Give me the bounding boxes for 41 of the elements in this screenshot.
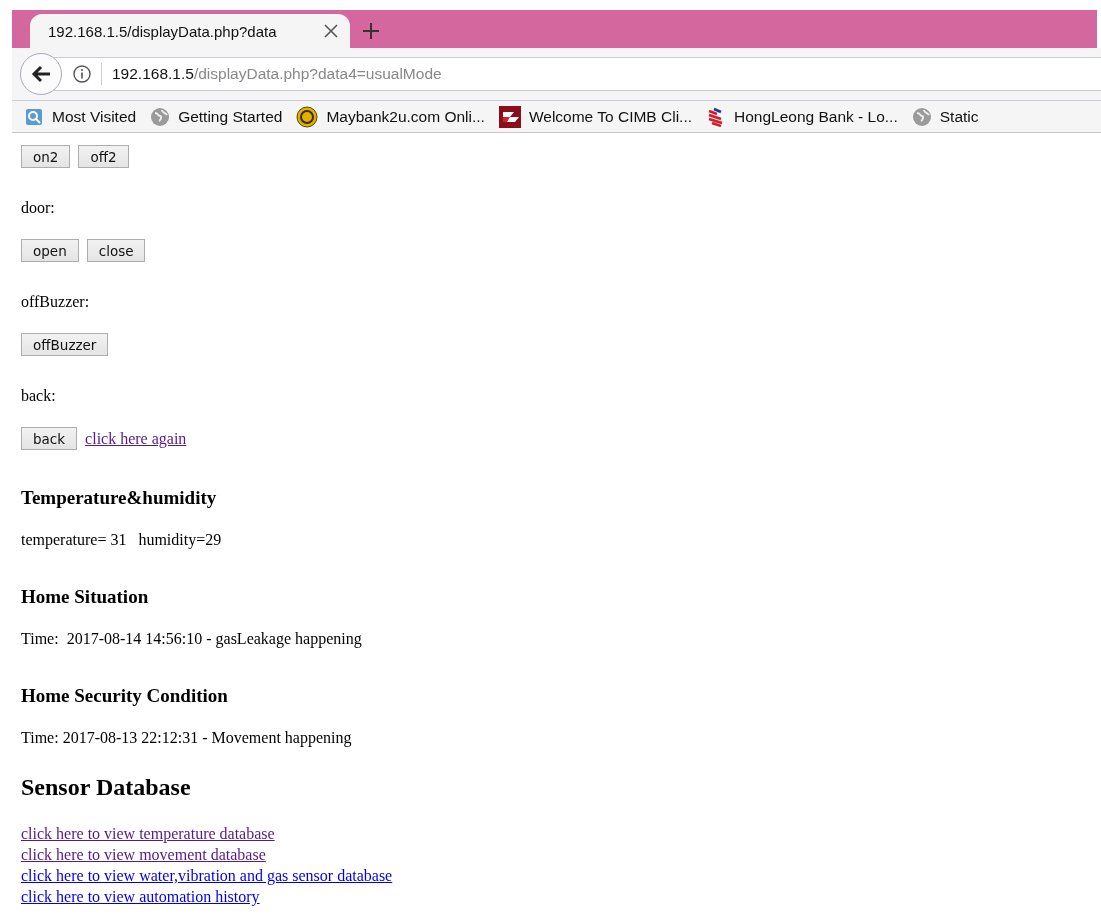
section-heading: Temperature&humidity	[21, 487, 218, 509]
field-label: offBuzzer:	[21, 293, 91, 311]
coin-icon	[296, 105, 319, 128]
back-button[interactable]	[20, 53, 62, 95]
tab-title: 192.168.1.5/displayData.php?data	[48, 22, 277, 40]
form-button[interactable]: on2	[21, 145, 71, 168]
bookmark-link[interactable]: Getting Started	[178, 107, 283, 126]
text-link[interactable]: click here to view movement database	[21, 844, 266, 865]
info-icon[interactable]	[73, 65, 91, 83]
section-heading: Home Situation	[21, 586, 150, 608]
form-button[interactable]: offBuzzer	[21, 333, 109, 356]
form-button[interactable]: close	[86, 239, 146, 262]
bookmarks-icon	[24, 106, 44, 127]
form-button[interactable]: open	[21, 239, 79, 262]
field-label: door:	[21, 199, 56, 217]
status-text: temperature= 31 humidity=29	[21, 531, 223, 549]
page-heading: Sensor Database	[21, 773, 192, 801]
field-label: back:	[21, 387, 57, 405]
bookmark-link[interactable]: Static	[939, 107, 979, 126]
bookmark-link[interactable]: Most Visited	[52, 107, 137, 126]
form-button[interactable]: off2	[78, 145, 129, 168]
bookmark-link[interactable]: Maybank2u.com Onli...	[326, 107, 485, 126]
back-arrow-icon	[31, 65, 51, 83]
text-link[interactable]: click here to view water,vibration and gas sensor database	[21, 865, 393, 886]
section-heading: Home Security Condition	[21, 685, 229, 707]
globe-icon	[150, 106, 171, 127]
flag-icon	[498, 105, 521, 128]
globe-icon	[911, 106, 932, 127]
text-link[interactable]: click here to view temperature database	[21, 823, 275, 844]
status-text: Time: 2017-08-14 14:56:10 - gasLeakage happening	[21, 630, 363, 648]
url-text: 192.168.1.5/displayData.php?data4=usualMode	[112, 65, 442, 83]
bookmark-link[interactable]: HongLeong Bank - Lo...	[734, 107, 898, 126]
form-button[interactable]: back	[21, 427, 78, 450]
close-icon[interactable]	[324, 24, 338, 38]
bookmark-link[interactable]: Welcome To CIMB Cli...	[528, 107, 692, 126]
status-text: Time: 2017-08-13 22:12:31 - Movement happening	[21, 729, 353, 747]
plus-icon[interactable]	[363, 23, 379, 39]
browser-tab[interactable]: 192.168.1.5/displayData.php?data	[30, 14, 350, 48]
address-bar[interactable]: 192.168.1.5/displayData.php?data4=usualMode	[54, 57, 1101, 91]
text-link[interactable]: click here again	[85, 428, 187, 449]
text-link[interactable]: click here to view automation history	[21, 886, 260, 907]
